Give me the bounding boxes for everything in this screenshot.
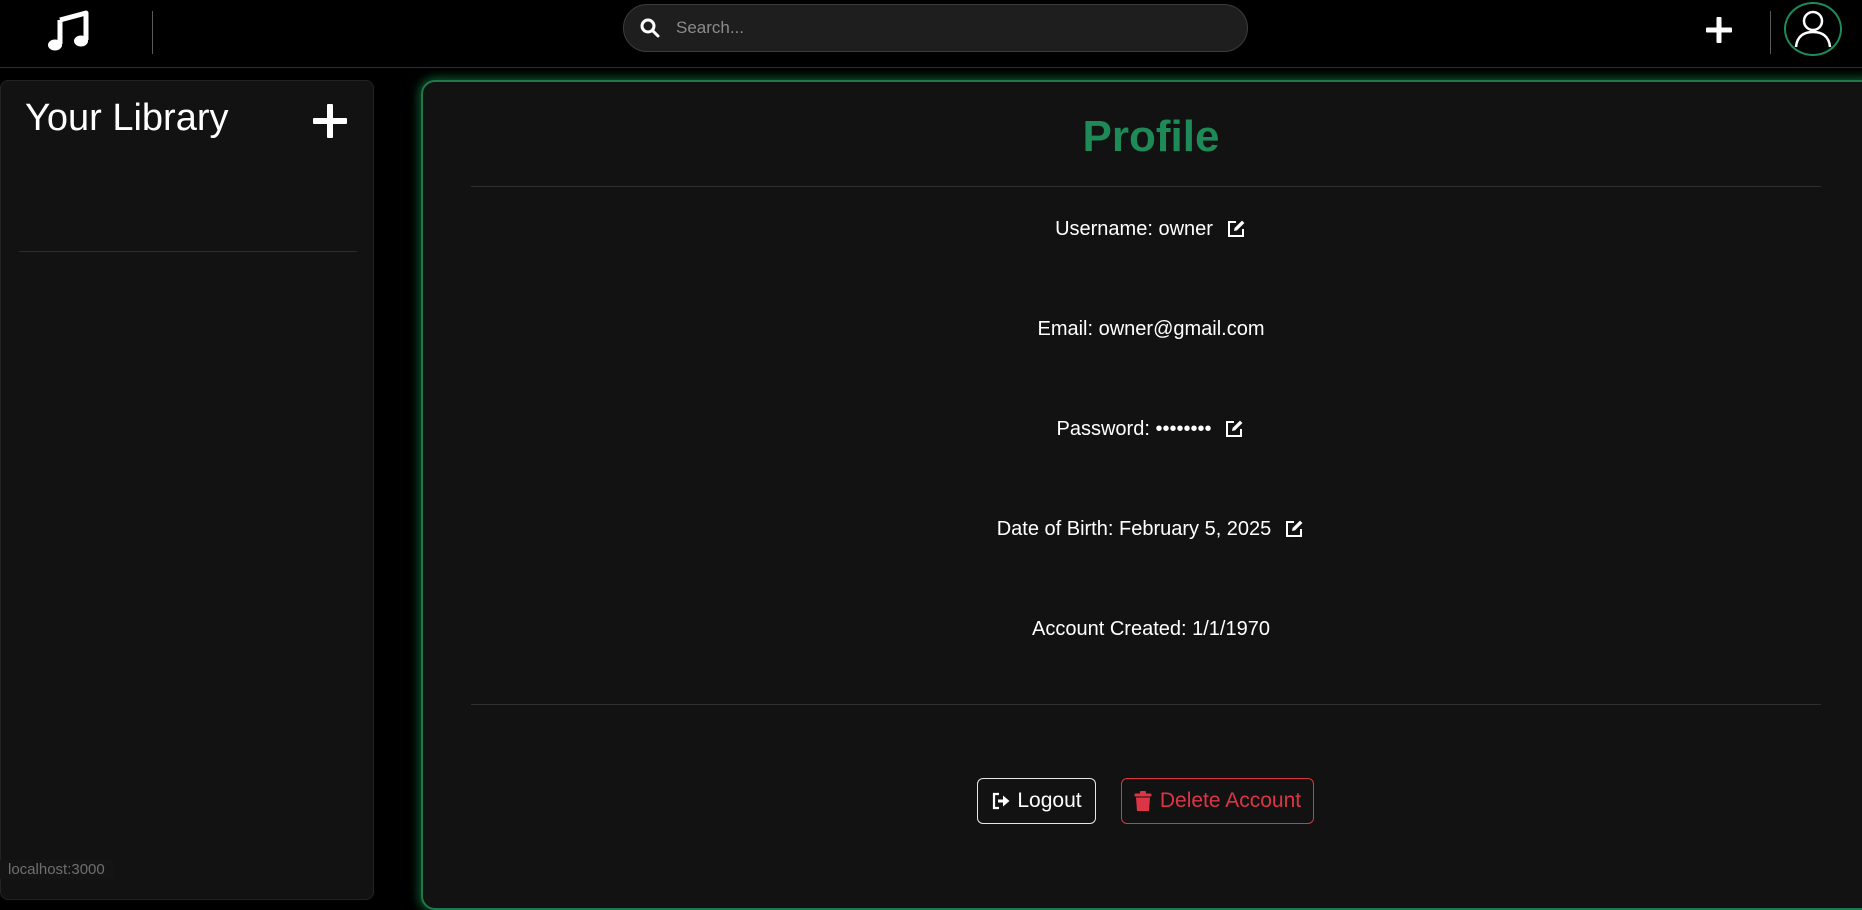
edit-icon[interactable] [1283, 518, 1305, 540]
edit-icon[interactable] [1223, 418, 1245, 440]
dob-row: Date of Birth: February 5, 2025 [423, 514, 1862, 544]
logout-label: Logout [1017, 789, 1082, 812]
sidebar-divider [19, 251, 357, 252]
search-icon [638, 16, 662, 40]
account-created-row: Account Created: 1/1/1970 [423, 614, 1862, 644]
music-note-icon[interactable] [45, 9, 93, 53]
library-sidebar: Your Library [0, 80, 374, 900]
email-row: Email: owner@gmail.com [423, 314, 1862, 344]
password-text: Password: •••••••• [1056, 417, 1212, 440]
password-row: Password: •••••••• [423, 414, 1862, 444]
account-created-text: Account Created: 1/1/1970 [1032, 617, 1270, 640]
divider [471, 704, 1821, 705]
trash-icon [1134, 790, 1152, 812]
delete-account-label: Delete Account [1159, 789, 1302, 812]
search-input[interactable] [674, 17, 1227, 39]
delete-account-button[interactable]: Delete Account [1121, 778, 1314, 824]
user-avatar-icon[interactable] [1784, 2, 1842, 56]
plus-icon[interactable] [310, 101, 350, 141]
email-text: Email: owner@gmail.com [1037, 317, 1265, 340]
plus-icon[interactable] [1701, 12, 1737, 48]
logout-button[interactable]: Logout [977, 778, 1096, 824]
dob-text: Date of Birth: February 5, 2025 [996, 517, 1272, 540]
sign-out-icon [991, 791, 1011, 811]
divider [471, 186, 1821, 187]
nav-divider [1770, 11, 1771, 54]
library-title: Your Library [25, 97, 229, 139]
top-navbar [0, 0, 1862, 68]
username-row: Username: owner [423, 214, 1862, 244]
search-bar[interactable] [623, 4, 1248, 52]
action-buttons: Logout Delete Account [423, 778, 1862, 824]
profile-panel: Profile Username: owner Email: owner@gma… [421, 80, 1862, 910]
nav-divider [152, 11, 153, 54]
username-text: Username: owner [1055, 217, 1213, 240]
edit-icon[interactable] [1225, 218, 1247, 240]
status-url: localhost:3000 [0, 860, 113, 879]
page-title: Profile [1082, 112, 1220, 161]
